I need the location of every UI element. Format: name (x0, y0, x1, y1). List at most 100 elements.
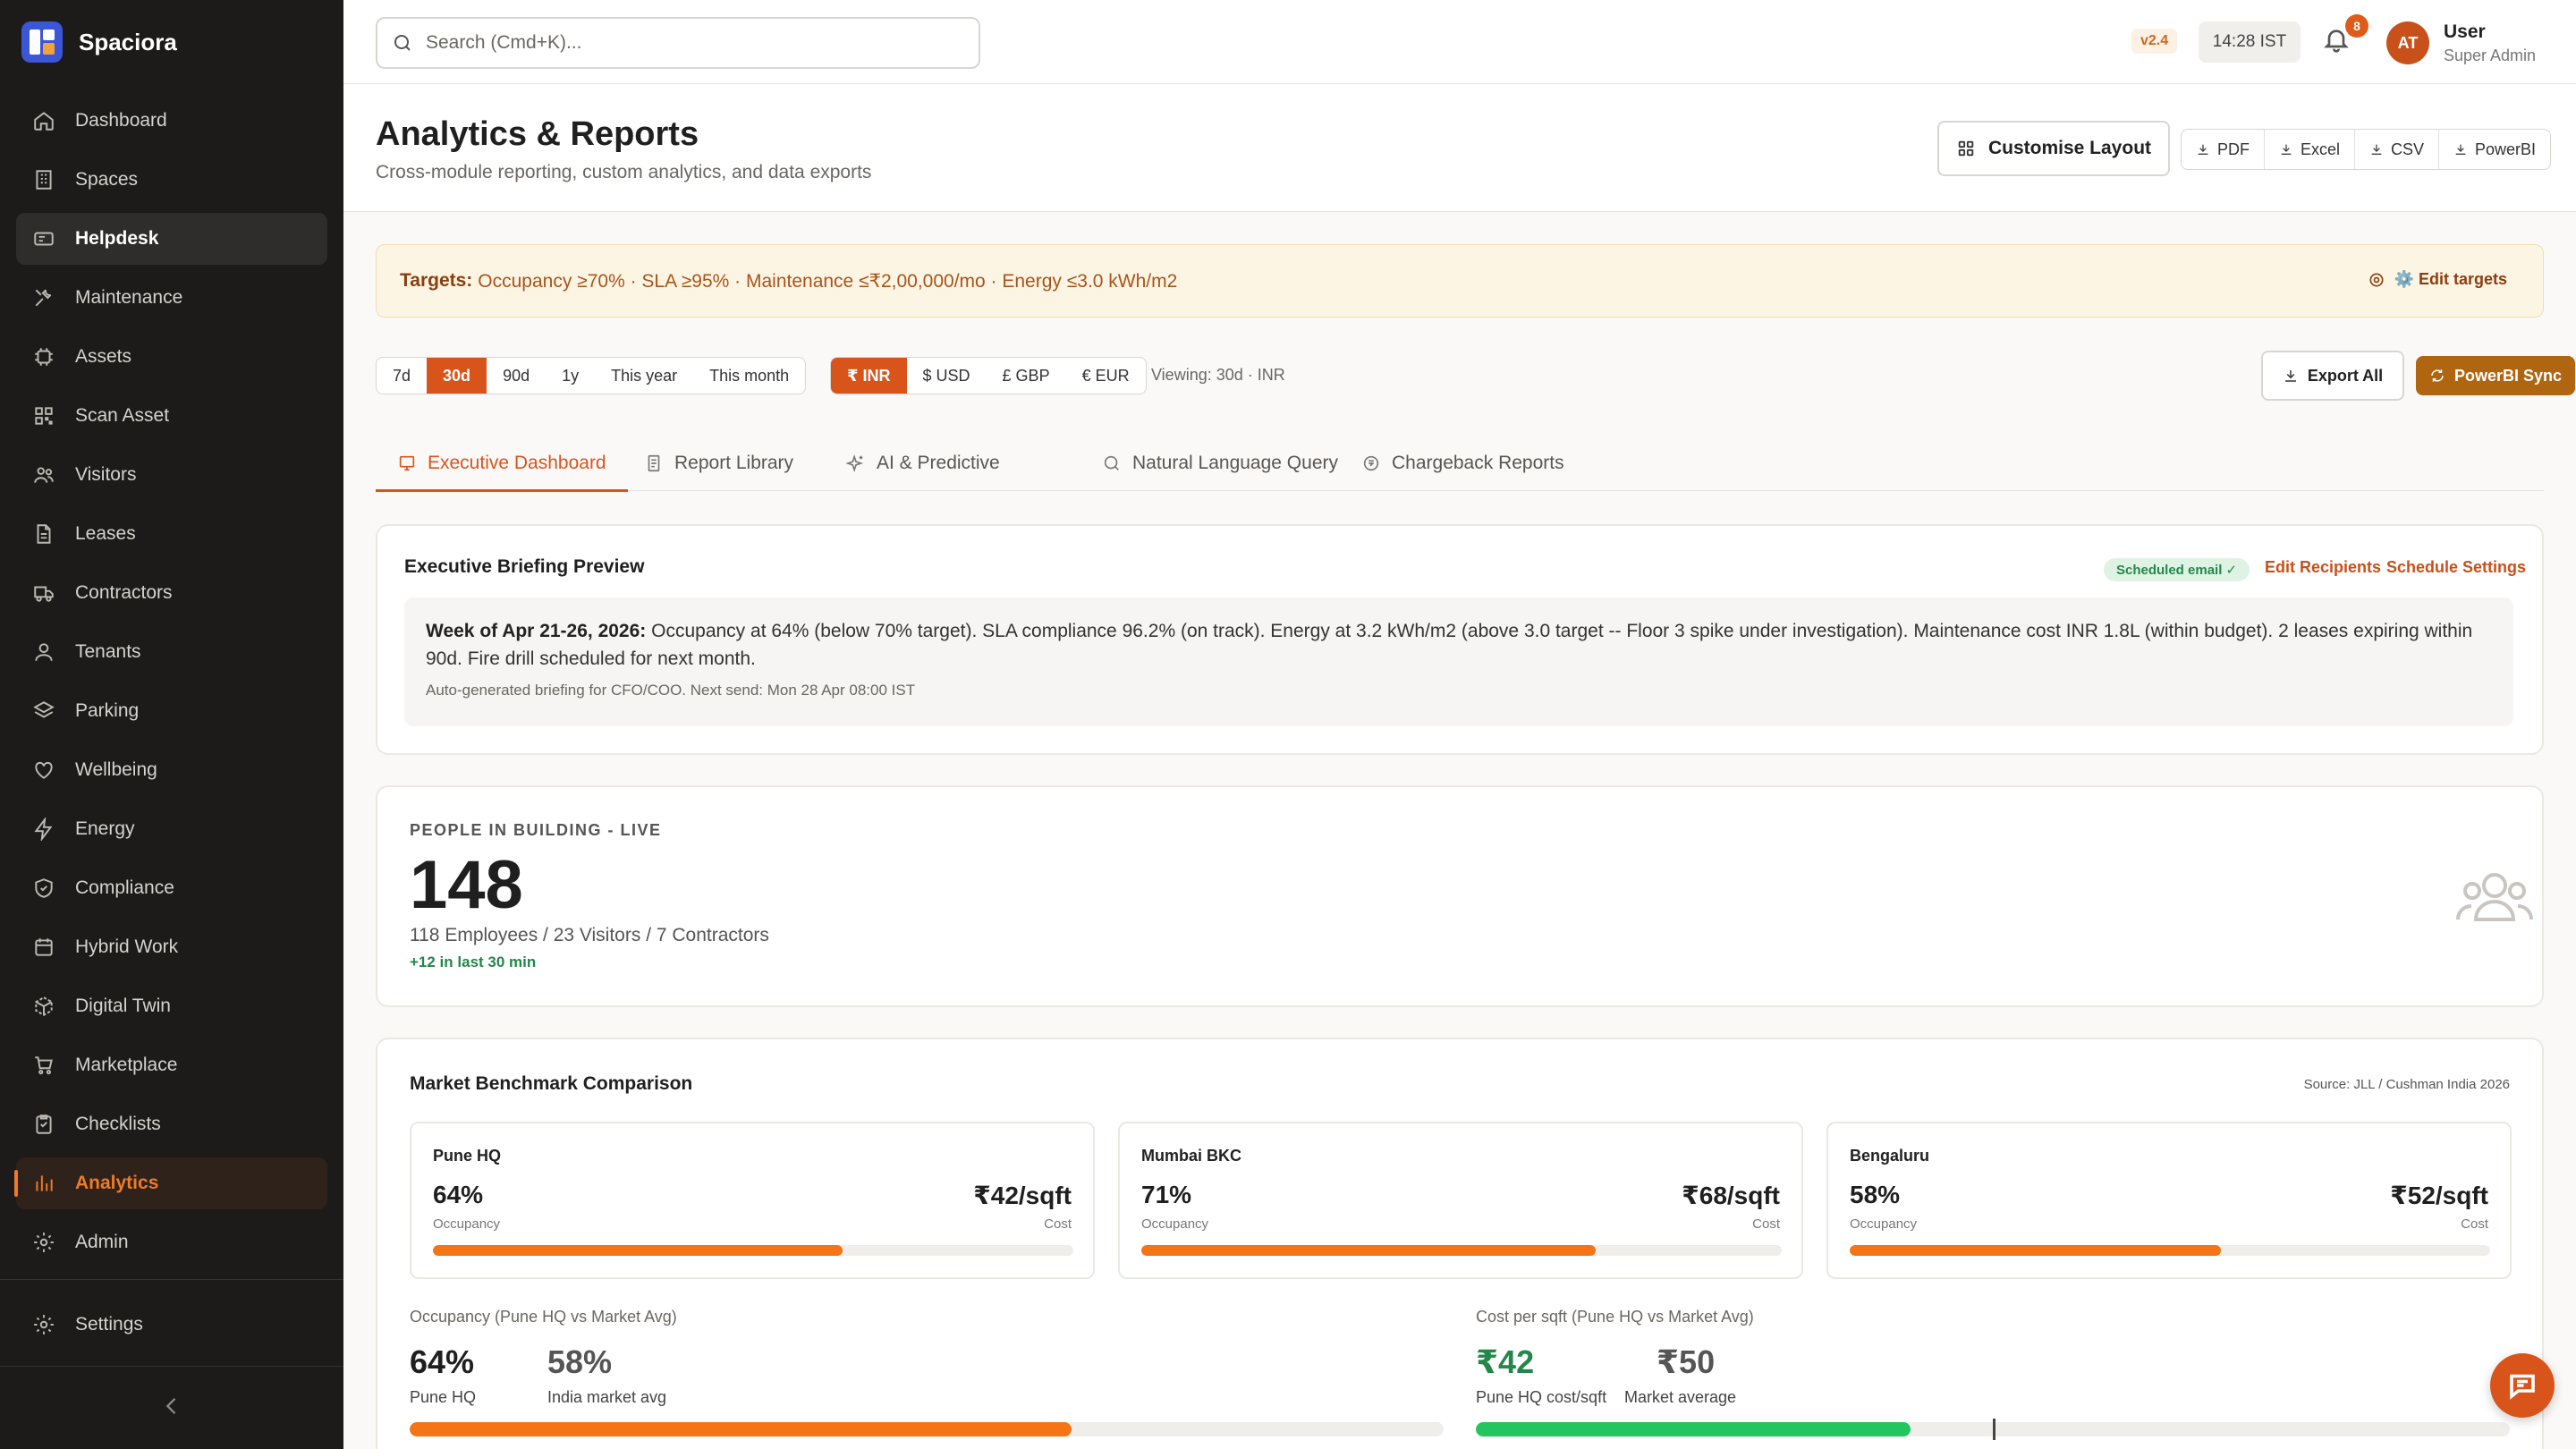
export-csv-button[interactable]: CSV (2355, 130, 2440, 169)
city-cost: ₹68/sqft (1682, 1182, 1780, 1209)
avatar[interactable]: AT (2386, 21, 2429, 64)
cost-compare-secondary-label: Market average (1624, 1388, 1737, 1406)
export-pdf-label: PDF (2217, 140, 2250, 158)
clipboard-icon (36, 1114, 52, 1134)
export-excel-button[interactable]: Excel (2265, 130, 2356, 169)
export-all-button[interactable]: Export All (2261, 351, 2404, 401)
download-icon (2284, 370, 2296, 382)
sidebar-item-contractors[interactable]: Contractors (16, 567, 327, 619)
period-90d[interactable]: 90d (487, 358, 546, 394)
period-7d[interactable]: 7d (377, 358, 427, 394)
tab-label: Report Library (674, 453, 794, 473)
cost-compare-label: Cost per sqft (Pune HQ vs Market Avg) (1476, 1308, 1754, 1326)
edit-targets-button[interactable]: ⚙️ Edit targets (2368, 270, 2507, 289)
sidebar-item-label: Energy (75, 818, 135, 839)
gear-icon (34, 1233, 54, 1252)
tab-label: Natural Language Query (1132, 453, 1338, 473)
currency-inr[interactable]: ₹ INR (831, 358, 907, 394)
user-name[interactable]: User (2444, 21, 2486, 43)
currency-usd[interactable]: $ USD (907, 358, 987, 394)
clock-display: 14:28 IST (2199, 21, 2301, 63)
schedule-settings-link[interactable]: Schedule Settings (2386, 558, 2526, 577)
sidebar-item-tenants[interactable]: Tenants (16, 626, 327, 678)
tab-ai-predictive[interactable]: AI & Predictive (846, 436, 1000, 491)
sidebar-item-marketplace[interactable]: Marketplace (16, 1039, 327, 1091)
tab-natural-language-query[interactable]: Natural Language Query (1102, 436, 1338, 491)
notification-count-badge: 8 (2345, 14, 2368, 38)
sidebar-item-assets[interactable]: Assets (16, 331, 327, 383)
sidebar-item-maintenance[interactable]: Maintenance (16, 272, 327, 324)
sidebar-item-spaces[interactable]: Spaces (16, 154, 327, 206)
document-icon (37, 524, 51, 544)
person-icon (35, 643, 53, 661)
occupancy-bar-fill (433, 1245, 843, 1256)
briefing-content: Week of Apr 21-26, 2026: Occupancy at 64… (404, 597, 2513, 726)
cost-label: Cost (1044, 1216, 1072, 1232)
layers-icon (33, 701, 55, 718)
period-1y[interactable]: 1y (546, 358, 595, 394)
brand-name: Spaciora (79, 28, 177, 55)
users-group-icon (2454, 862, 2535, 934)
collapse-sidebar-button[interactable] (159, 1394, 184, 1419)
files-icon (648, 454, 660, 472)
sidebar-item-wellbeing[interactable]: Wellbeing (16, 744, 327, 796)
sidebar-item-analytics[interactable]: Analytics (14, 1157, 327, 1209)
edit-recipients-link[interactable]: Edit Recipients (2265, 558, 2381, 577)
briefing-week: Week of Apr 21-26, 2026: (426, 621, 647, 641)
period-this-month[interactable]: This month (693, 358, 805, 394)
city-card-bengaluru: Bengaluru 58% Occupancy ₹52/sqft Cost (1826, 1122, 2512, 1279)
briefing-body: Occupancy at 64% (below 70% target). SLA… (426, 621, 2473, 669)
sidebar: Spaciora Dashboard Spaces Helpdesk Maint… (0, 0, 343, 1449)
sidebar-item-checklists[interactable]: Checklists (16, 1098, 327, 1150)
briefing-text: Week of Apr 21-26, 2026: Occupancy at 64… (426, 617, 2492, 673)
tab-executive-dashboard[interactable]: Executive Dashboard (376, 436, 628, 492)
powerbi-sync-button[interactable]: PowerBI Sync (2416, 356, 2575, 395)
sidebar-item-energy[interactable]: Energy (16, 803, 327, 855)
sidebar-item-label: Analytics (75, 1173, 159, 1193)
sidebar-item-parking[interactable]: Parking (16, 685, 327, 737)
cost-compare-primary: ₹42 (1476, 1343, 1535, 1380)
chat-button[interactable] (2490, 1353, 2555, 1418)
currency-eur[interactable]: € EUR (1066, 358, 1146, 394)
analytics-tabs: Executive Dashboard Report Library AI & … (376, 436, 2544, 492)
sidebar-item-hybrid-work[interactable]: Hybrid Work (16, 921, 327, 973)
download-icon (2455, 144, 2466, 155)
sidebar-item-compliance[interactable]: Compliance (16, 862, 327, 914)
benchmark-title: Market Benchmark Comparison (410, 1073, 693, 1094)
sidebar-item-dashboard[interactable]: Dashboard (16, 95, 327, 147)
period-this-year[interactable]: This year (595, 358, 693, 394)
page-subtitle: Cross-module reporting, custom analytics… (376, 162, 872, 182)
tab-chargeback-reports[interactable]: Chargeback Reports (1361, 436, 1564, 491)
occupancy-bar (1850, 1245, 2490, 1256)
city-card-mumbai: Mumbai BKC 71% Occupancy ₹68/sqft Cost (1118, 1122, 1803, 1279)
tab-label: AI & Predictive (877, 453, 1000, 473)
export-pdf-button[interactable]: PDF (2182, 130, 2265, 169)
brand[interactable]: Spaciora (0, 0, 343, 84)
sidebar-item-helpdesk[interactable]: Helpdesk (16, 213, 327, 265)
sidebar-item-settings[interactable]: Settings (16, 1299, 327, 1351)
occupancy-label: Occupancy (1141, 1216, 1209, 1232)
sidebar-item-admin[interactable]: Admin (16, 1216, 327, 1268)
sidebar-item-digital-twin[interactable]: Digital Twin (16, 980, 327, 1032)
scheduled-email-badge: Scheduled email ✓ (2104, 558, 2250, 581)
page-header: Analytics & Reports Cross-module reporti… (343, 85, 2576, 212)
tab-report-library[interactable]: Report Library (644, 436, 793, 491)
sidebar-item-visitors[interactable]: Visitors (16, 449, 327, 501)
search-input[interactable]: Search (Cmd+K)... (376, 17, 980, 69)
gear-icon (2369, 273, 2384, 286)
version-badge: v2.4 (2131, 29, 2178, 54)
targets-text: Occupancy ≥70% · SLA ≥95% · Maintenance … (478, 270, 1178, 292)
grid-icon (1958, 140, 1974, 157)
city-occupancy: 64% (433, 1181, 484, 1208)
sidebar-item-scan-asset[interactable]: Scan Asset (16, 390, 327, 442)
export-powerbi-button[interactable]: PowerBI (2439, 130, 2550, 169)
currency-gbp[interactable]: £ GBP (987, 358, 1066, 394)
executive-briefing-card: Executive Briefing Preview Scheduled ema… (376, 524, 2544, 755)
sidebar-item-leases[interactable]: Leases (16, 508, 327, 560)
export-csv-label: CSV (2391, 140, 2425, 158)
customise-layout-button[interactable]: Customise Layout (1937, 121, 2170, 176)
cost-compare-primary-label: Pune HQ cost/sqft (1476, 1388, 1607, 1406)
export-button-group: PDF Excel CSV PowerBI (2181, 129, 2552, 170)
period-30d[interactable]: 30d (427, 358, 487, 394)
sidebar-item-label: Marketplace (75, 1055, 178, 1075)
